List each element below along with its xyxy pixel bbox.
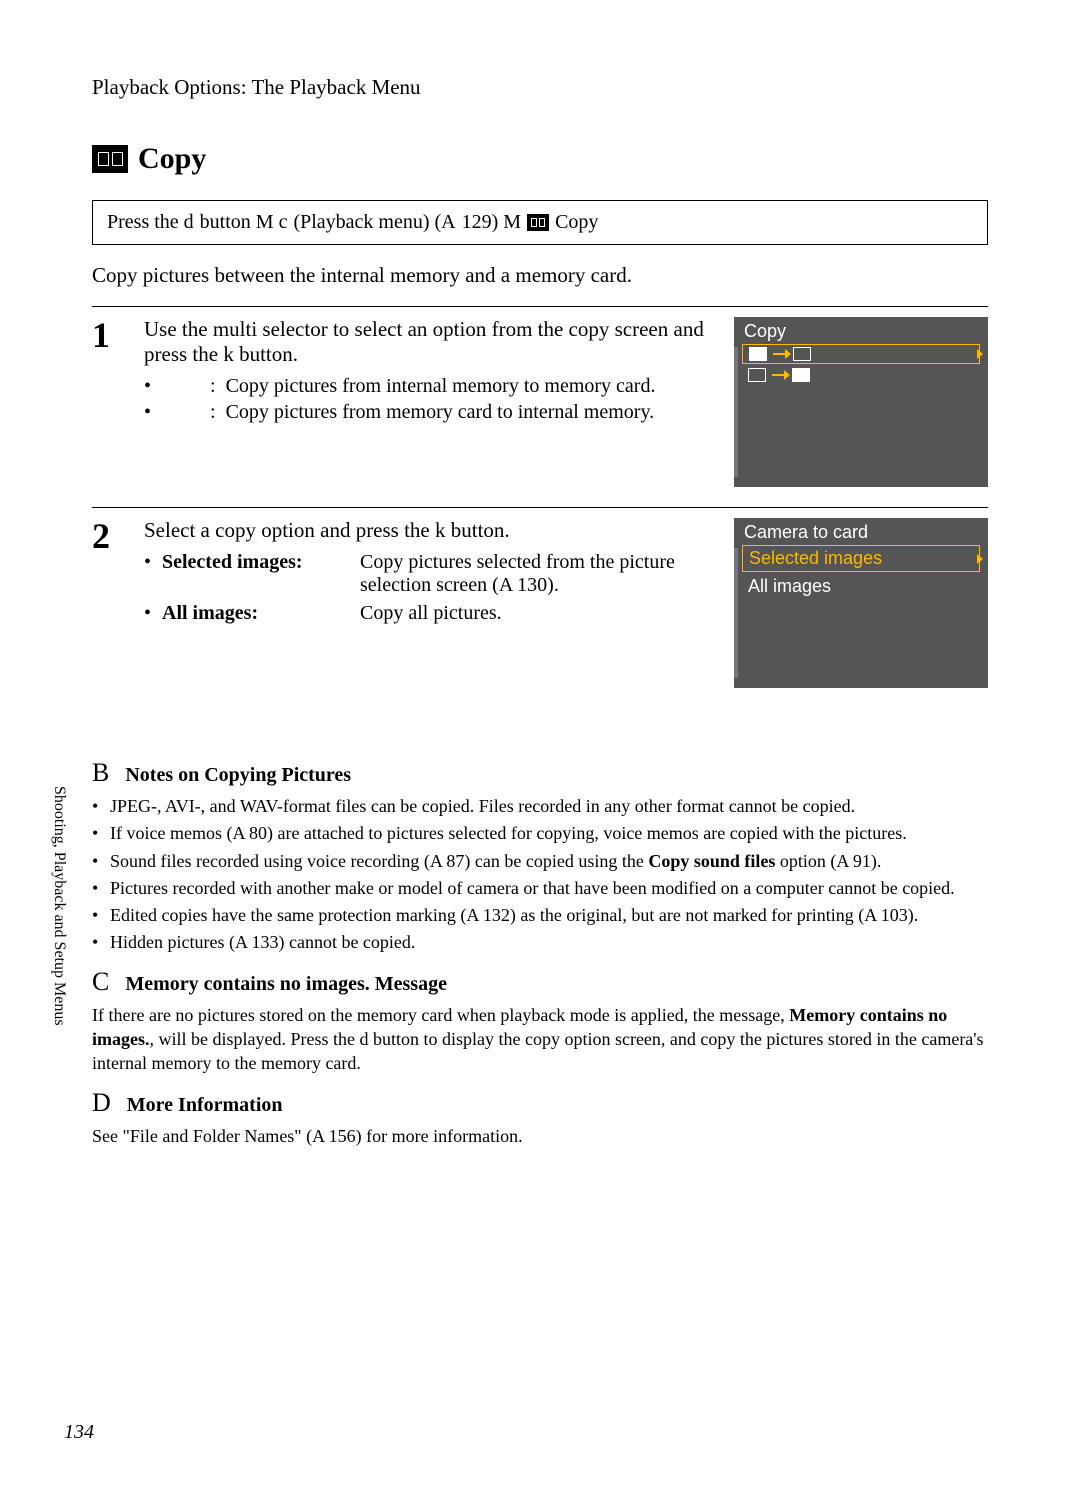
- bullet-dot: •: [144, 401, 200, 424]
- card-icon: [793, 347, 811, 361]
- note-item: •Sound files recorded using voice record…: [92, 849, 988, 873]
- step-1: 1 Use the multi selector to select an op…: [92, 307, 988, 487]
- screenshot-camera-to-card: Camera to card Selected images All image…: [734, 518, 988, 688]
- list-item: • : Copy pictures from memory card to in…: [144, 401, 716, 424]
- step-number: 1: [92, 317, 128, 353]
- page-number: 134: [64, 1421, 94, 1444]
- arrow-right-icon: [773, 353, 787, 355]
- note-text: Pictures recorded with another make or m…: [110, 876, 955, 900]
- breadcrumb-part3: (Playback menu) (A: [293, 211, 455, 234]
- breadcrumb: Press the d button M c (Playback menu) (…: [92, 200, 988, 245]
- note-item: •Edited copies have the same protection …: [92, 903, 988, 927]
- bullet-desc: Copy pictures from internal memory to me…: [226, 375, 656, 398]
- note-letter: C: [92, 967, 109, 997]
- bullet-dot: •: [144, 551, 154, 597]
- breadcrumb-part1: Press the d: [107, 211, 194, 234]
- screenshot-copy: Copy: [734, 317, 988, 487]
- screenshot-row-selected: Selected images: [742, 545, 980, 572]
- note-letter: B: [92, 758, 109, 788]
- bullet-desc: Copy pictures from memory card to intern…: [226, 401, 655, 424]
- note-title: Memory contains no images. Message: [125, 973, 447, 996]
- note-letter: D: [92, 1088, 111, 1118]
- note-item: •Hidden pictures (A 133) cannot be copie…: [92, 930, 988, 954]
- screenshot-row: [742, 366, 980, 384]
- step-instruction: Use the multi selector to select an opti…: [144, 317, 716, 367]
- section-title-text: Copy: [138, 142, 206, 176]
- page-header: Playback Options: The Playback Menu: [92, 75, 988, 100]
- card-icon: [748, 368, 766, 382]
- option-desc: Copy all pictures.: [360, 602, 716, 625]
- note-heading: C Memory contains no images. Message: [92, 967, 988, 997]
- breadcrumb-part2: button M c: [200, 211, 288, 234]
- screenshot-row: All images: [742, 574, 980, 599]
- step1-bullets: • : Copy pictures from internal memory t…: [144, 375, 716, 424]
- note-body: •JPEG-, AVI-, and WAV-format files can b…: [92, 794, 988, 955]
- note-text: Sound files recorded using voice recordi…: [110, 849, 881, 873]
- in-icon: [792, 368, 810, 382]
- list-item: • Selected images: Copy pictures selecte…: [144, 551, 716, 597]
- note-heading: D More Information: [92, 1088, 988, 1118]
- screenshot-title: Copy: [734, 317, 988, 342]
- note-text: If voice memos (A 80) are attached to pi…: [110, 821, 907, 845]
- option-desc: Copy pictures selected from the picture …: [360, 551, 716, 597]
- intro-text: Copy pictures between the internal memor…: [92, 263, 988, 288]
- note-body: See "File and Folder Names" (A 156) for …: [92, 1124, 988, 1148]
- option-label: All images: [162, 602, 251, 624]
- screenshot-item: All images: [748, 576, 831, 597]
- note-text: JPEG-, AVI-, and WAV-format files can be…: [110, 794, 855, 818]
- bullet-dot: •: [144, 375, 200, 398]
- list-item: • : Copy pictures from internal memory t…: [144, 375, 716, 398]
- option-colon: :: [296, 551, 303, 573]
- screenshot-title: Camera to card: [734, 518, 988, 543]
- screenshot-row-selected: [742, 344, 980, 364]
- option-label: Selected images: [162, 551, 296, 573]
- note-paragraph: See "File and Folder Names" (A 156) for …: [92, 1124, 988, 1148]
- breadcrumb-part5: Copy: [555, 211, 598, 234]
- breadcrumb-part4: 129) M: [462, 211, 521, 234]
- bullet-colon: :: [210, 375, 216, 398]
- note-text: Edited copies have the same protection m…: [110, 903, 918, 927]
- note-item: •JPEG-, AVI-, and WAV-format files can b…: [92, 794, 988, 818]
- step2-options: • Selected images: Copy pictures selecte…: [144, 551, 716, 625]
- step-number: 2: [92, 518, 128, 554]
- note-heading: B Notes on Copying Pictures: [92, 758, 988, 788]
- bullet-dot: •: [144, 602, 154, 625]
- step-instruction: Select a copy option and press the k but…: [144, 518, 716, 543]
- list-item: • All images: Copy all pictures.: [144, 602, 716, 625]
- note-paragraph: If there are no pictures stored on the m…: [92, 1003, 988, 1076]
- section-title: Copy: [92, 142, 988, 176]
- arrow-right-icon: [772, 374, 786, 376]
- step-2: 2 Select a copy option and press the k b…: [92, 508, 988, 688]
- note-item: •Pictures recorded with another make or …: [92, 876, 988, 900]
- note-text: Hidden pictures (A 133) cannot be copied…: [110, 930, 415, 954]
- in-icon: [749, 347, 767, 361]
- note-title: More Information: [127, 1094, 283, 1117]
- page: Playback Options: The Playback Menu Copy…: [0, 0, 1080, 1148]
- note-body: If there are no pictures stored on the m…: [92, 1003, 988, 1076]
- screenshot-item: Selected images: [749, 548, 882, 569]
- sidebar-label: Shooting, Playback and Setup Menus: [50, 786, 68, 1026]
- bullet-colon: :: [210, 401, 216, 424]
- copy-icon: [92, 145, 128, 173]
- copy-icon-small: [527, 214, 549, 231]
- notes-section: B Notes on Copying Pictures •JPEG-, AVI-…: [92, 758, 988, 1148]
- option-colon: :: [251, 602, 258, 624]
- note-title: Notes on Copying Pictures: [125, 764, 351, 787]
- note-item: •If voice memos (A 80) are attached to p…: [92, 821, 988, 845]
